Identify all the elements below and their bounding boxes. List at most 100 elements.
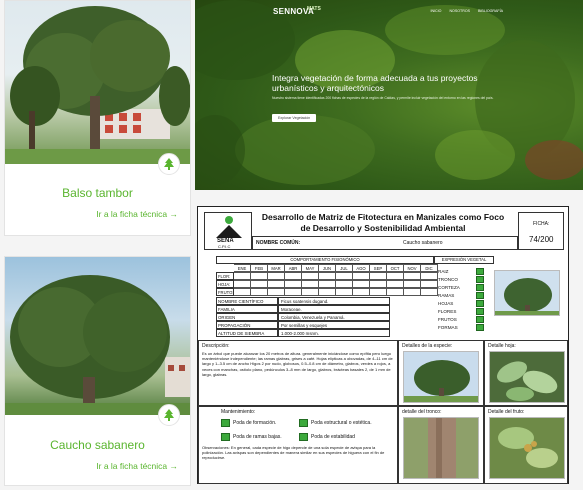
phenology-cell <box>404 272 421 280</box>
phenology-cell <box>302 288 319 296</box>
phenology-cell <box>353 288 370 296</box>
property-value: Colombia, Venezuela y Panamá. <box>278 313 390 321</box>
mantenimiento-box: Mantenimiento: Poda de formación. Poda e… <box>198 406 398 484</box>
expresion-item: HOJAS <box>438 301 454 306</box>
month-ene: ENE <box>234 264 251 272</box>
phenology-cell <box>251 272 268 280</box>
expresion-item: FORMAS <box>438 325 458 330</box>
phenology-cell <box>370 272 387 280</box>
property-value: Por semillas y esquejes <box>278 321 390 329</box>
nav-item-bibliografia[interactable]: BIBLIOGRAFÍA <box>478 9 503 13</box>
screenshot-collage: Balso tambor Ir a la ficha técnica → Cau… <box>0 0 583 490</box>
phenology-cell <box>353 280 370 288</box>
poda-ramas-label: Poda de ramas bajas. <box>233 434 282 440</box>
phenology-cell <box>234 280 251 288</box>
phenology-row <box>234 280 438 288</box>
hero-nav-bar: SENNOVA MATS INICIO NOSOTROS BIBLIOGRAFÍ… <box>195 0 583 22</box>
phenology-cell <box>421 280 438 288</box>
phenology-cell <box>370 280 387 288</box>
phenology-row <box>234 288 438 296</box>
tree-icon <box>158 153 180 175</box>
hero-headline: Integra vegetación de forma adecuada a t… <box>272 73 478 93</box>
phenology-cell <box>387 280 404 288</box>
nav-item-inicio[interactable]: INICIO <box>430 9 441 13</box>
comportamiento-header: COMPORTAMIENTO FISIONÓMICO <box>216 256 434 264</box>
ficha-number: 74/200 <box>529 235 554 244</box>
expresion-item: RAMAS <box>438 293 455 298</box>
month-sep: SEP <box>370 264 387 272</box>
expresion-item: FRUTOS <box>438 317 457 322</box>
hero-subtext: Nuestro sistema tiene identificadas 200 … <box>272 96 494 100</box>
species-photo <box>5 1 190 164</box>
phenology-cell <box>234 288 251 296</box>
poda-formacion-indicator <box>221 419 230 427</box>
fruto-photo <box>489 417 565 479</box>
nombre-comun-label: NOMBRE COMÚN: <box>256 240 301 246</box>
phenology-cell <box>421 272 438 280</box>
month-abr: ABR <box>285 264 302 272</box>
detalle-especie-box: Detalles de la especie: <box>398 340 484 406</box>
ficha-tecnica-link[interactable]: Ir a la ficha técnica → <box>96 209 178 219</box>
poda-estructural-label: Poda estructural o estética. <box>311 420 372 426</box>
species-photo <box>5 257 190 415</box>
species-title: Caucho sabanero <box>50 438 145 452</box>
phenology-cell <box>319 288 336 296</box>
website-hero: SENNOVA MATS INICIO NOSOTROS BIBLIOGRAFÍ… <box>195 0 583 190</box>
ficha-number-box: FICHA: 74/200 <box>518 212 564 250</box>
expresion-item: RAIZ <box>438 269 449 274</box>
expresion-list: RAIZ TRONCO CORTEZA RAMAS HOJAS FLORES FRUTOS F… <box>438 268 460 332</box>
month-ago: AGO <box>353 264 370 272</box>
descripcion-label: Descripción: <box>202 343 230 349</box>
sena-logo-box: SENA C.P.I.C <box>204 212 252 250</box>
hero-leaves-background <box>195 0 583 185</box>
especie-photo <box>403 351 479 403</box>
observaciones-text: Observaciones: En general, cada especie … <box>202 445 385 461</box>
species-card-balso-tambor[interactable]: Balso tambor Ir a la ficha técnica → <box>4 0 191 236</box>
poda-estabilidad-label: Poda de estabilidad <box>311 434 355 440</box>
property-key: NOMBRE CIENTÍFICO <box>216 297 278 305</box>
phenology-cell <box>268 280 285 288</box>
tree-photo-illustration <box>5 275 190 415</box>
month-nov: NOV <box>404 264 421 272</box>
month-jun: JUN <box>319 264 336 272</box>
property-value: Ficus soatensis dugand. <box>278 297 390 305</box>
phenology-cell <box>285 272 302 280</box>
species-card-caucho-sabanero[interactable]: Caucho sabanero Ir a la ficha técnica → <box>4 256 191 486</box>
detalle-hoja-box: Detalle hoja: <box>484 340 568 406</box>
poda-formacion-label: Poda de formación. <box>233 420 277 426</box>
poda-estabilidad-indicator <box>299 433 308 441</box>
phenology-cell <box>387 272 404 280</box>
expresion-item: CORTEZA <box>438 285 460 290</box>
mats-logo[interactable]: MATS <box>307 6 321 12</box>
phenology-cell <box>268 288 285 296</box>
phenology-cell <box>336 272 353 280</box>
property-value: Moraceae. <box>278 305 390 313</box>
poda-ramas-indicator <box>221 433 230 441</box>
month-mar: MAR <box>268 264 285 272</box>
phenology-cell <box>268 272 285 280</box>
ficha-tecnica-link[interactable]: Ir a la ficha técnica → <box>96 461 178 471</box>
comportamiento-label: COMPORTAMIENTO FISIONÓMICO <box>290 257 360 262</box>
detalle-tronco-label: detalle del tronco: <box>402 409 442 415</box>
explore-vegetation-button[interactable]: Explorar Vegetación <box>272 114 317 122</box>
phenology-cell <box>302 280 319 288</box>
property-value: 1.000-2.000 msnm. <box>278 329 390 337</box>
expresion-item: TRONCO <box>438 277 458 282</box>
month-jul: JUL <box>336 264 353 272</box>
cpic-text: C.P.I.C <box>218 244 231 249</box>
detalle-fruto-box: Detalle del fruto: <box>484 406 568 484</box>
expresion-indicators <box>476 268 484 332</box>
expresion-label: EXPRESIÓN VEGETAL <box>441 257 487 262</box>
phenology-row-label: FRUTO: <box>216 288 234 296</box>
detalle-especie-label: Detalles de la especie: <box>402 343 453 349</box>
months-row: ENE FEB MAR ABR MAY JUN JUL AGO SEP OCT NOV DIC <box>234 264 438 272</box>
sheet-title: Desarrollo de Matriz de Fitotectura en M… <box>261 212 505 233</box>
nav-item-nosotros[interactable]: NOSOTROS <box>449 9 470 13</box>
phenology-cell <box>404 280 421 288</box>
detalle-fruto-label: Detalle del fruto: <box>488 409 525 415</box>
main-nav: INICIO NOSOTROS BIBLIOGRAFÍA <box>430 9 503 13</box>
phenology-cell <box>319 280 336 288</box>
mantenimiento-label: Mantenimiento: <box>221 409 256 415</box>
phenology-cell <box>285 280 302 288</box>
phenology-row-label: FLOR: <box>216 272 234 280</box>
